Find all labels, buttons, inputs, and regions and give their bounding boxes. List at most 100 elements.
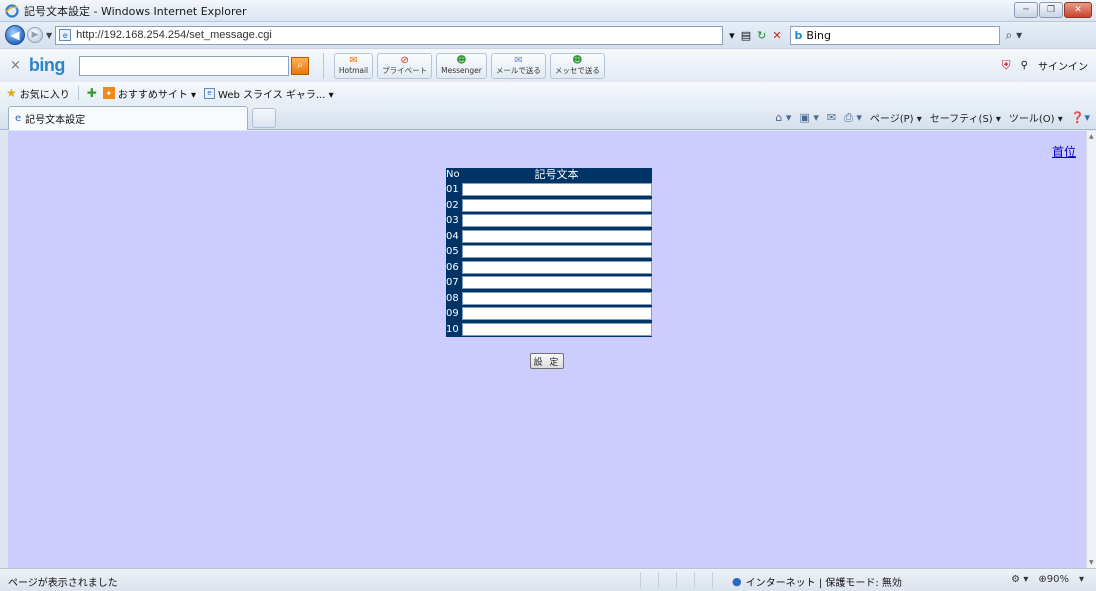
message-cell xyxy=(461,228,652,244)
add-to-favorites-icon[interactable]: ✚ xyxy=(87,86,97,100)
page-menu[interactable]: ページ(P) ▾ xyxy=(870,110,922,125)
webslice-gallery-link[interactable]: Web スライス ギャラ... ▾ xyxy=(218,86,334,101)
header-text: 記号文本 xyxy=(461,168,652,182)
feeds-icon[interactable]: ▣ ▾ xyxy=(799,111,818,124)
search-box[interactable]: b Bing xyxy=(789,25,1000,45)
table-row: 09 xyxy=(446,306,652,322)
zoom-control[interactable]: ⊕90% xyxy=(1038,574,1069,585)
stop-icon[interactable]: ✕ xyxy=(772,29,781,42)
vertical-scrollbar[interactable]: ▲ ▼ xyxy=(1086,131,1096,568)
row-number: 01 xyxy=(446,182,461,198)
bing-logo: bing xyxy=(28,55,66,75)
zoom-icon: ⊕ xyxy=(1038,574,1047,585)
message-table: No 記号文本 01 02 03 04 05 06 07 08 09 10 xyxy=(446,168,652,337)
tools-menu[interactable]: ツール(O) ▾ xyxy=(1009,110,1063,125)
signin-icon[interactable]: ⚲ xyxy=(1021,60,1028,71)
address-dropdown-icon[interactable]: ▾ xyxy=(729,29,735,42)
tab-active[interactable]: e 記号文本設定 xyxy=(8,106,248,130)
close-toolbar-icon[interactable]: × xyxy=(10,58,21,73)
message-cell xyxy=(461,213,652,229)
message-text-input[interactable] xyxy=(462,291,652,305)
message-cell xyxy=(461,275,652,291)
messenger-icon: ☻ xyxy=(456,54,467,66)
tab-page-icon: e xyxy=(15,113,22,124)
status-bar: ページが表示されました ● インターネット | 保護モード: 無効 ⚙ ▾ ⊕9… xyxy=(0,568,1096,591)
top-link[interactable]: 首位 xyxy=(1052,143,1076,160)
address-url[interactable]: http://192.168.254.254/set_message.cgi xyxy=(76,29,272,41)
row-number: 05 xyxy=(446,244,461,260)
send-mail-button[interactable]: ✉ メールで送る xyxy=(490,52,546,79)
message-text-input[interactable] xyxy=(462,322,652,336)
message-cell xyxy=(461,306,652,322)
close-button[interactable]: ✕ xyxy=(1064,2,1092,18)
hotmail-icon: ✉ xyxy=(349,54,358,66)
hotmail-label: Hotmail xyxy=(338,65,369,75)
message-text-input[interactable] xyxy=(462,229,652,243)
suggested-sites-link[interactable]: おすすめサイト ▾ xyxy=(118,86,196,101)
private-button[interactable]: ⊘ プライベート xyxy=(377,52,433,79)
tab-bar: e 記号文本設定 ⌂ ▾ ▣ ▾ ✉ ⎙ ▾ ページ(P) ▾ セーフティ(S)… xyxy=(0,104,1096,130)
message-cell xyxy=(461,259,652,275)
message-text-input[interactable] xyxy=(462,245,652,259)
new-tab-button[interactable] xyxy=(252,108,276,128)
command-bar: ⌂ ▾ ▣ ▾ ✉ ⎙ ▾ ページ(P) ▾ セーフティ(S) ▾ ツール(O)… xyxy=(775,110,1090,126)
zoom-dropdown-icon[interactable]: ▾ xyxy=(1079,574,1084,585)
maximize-button[interactable]: ❐ xyxy=(1039,2,1063,18)
table-row: 01 xyxy=(446,182,652,198)
help-icon[interactable]: ❓▾ xyxy=(1071,111,1090,124)
favorites-button[interactable]: お気に入り xyxy=(20,86,70,101)
set-button[interactable]: 設 定 xyxy=(530,353,564,369)
home-icon[interactable]: ⌂ ▾ xyxy=(775,111,791,124)
address-bar-row: ◀ ▶ ▼ e http://192.168.254.254/set_messa… xyxy=(0,22,1096,48)
message-text-input[interactable] xyxy=(462,260,652,274)
history-dropdown-icon[interactable]: ▼ xyxy=(46,31,52,40)
window-title-bar: 記号文本設定 - Windows Internet Explorer ─ ❐ ✕ xyxy=(0,0,1096,22)
shield-icon[interactable]: ⛨ xyxy=(1002,58,1011,73)
message-cell xyxy=(461,197,652,213)
message-text-input[interactable] xyxy=(462,214,652,228)
message-text-input[interactable] xyxy=(462,276,652,290)
message-text-input[interactable] xyxy=(462,307,652,321)
print-icon[interactable]: ⎙ ▾ xyxy=(844,111,862,125)
row-number: 10 xyxy=(446,321,461,337)
suggested-sites-icon: ✦ xyxy=(102,87,115,99)
bing-search-button[interactable]: ⌕ xyxy=(290,56,309,75)
private-icon: ⊘ xyxy=(400,54,409,66)
page-icon: e xyxy=(59,29,72,41)
window-title: 記号文本設定 - Windows Internet Explorer xyxy=(24,4,247,18)
zone-text: インターネット | 保護モード: 無効 xyxy=(745,578,902,589)
zone-settings-icon[interactable]: ⚙ ▾ xyxy=(1011,574,1028,585)
safety-menu[interactable]: セーフティ(S) ▾ xyxy=(930,110,1001,125)
table-row: 03 xyxy=(446,213,652,229)
scroll-up-icon[interactable]: ▲ xyxy=(1089,133,1094,140)
row-number: 06 xyxy=(446,259,461,275)
message-text-input[interactable] xyxy=(462,198,652,212)
message-cell xyxy=(461,321,652,337)
forward-button[interactable]: ▶ xyxy=(27,27,43,43)
scroll-down-icon[interactable]: ▼ xyxy=(1089,559,1094,566)
send-mail-label: メールで送る xyxy=(495,65,541,75)
zoom-level: 90% xyxy=(1046,574,1069,585)
tab-title[interactable]: 記号文本設定 xyxy=(25,111,85,126)
back-button[interactable]: ◀ xyxy=(5,25,25,45)
send-messenger-button[interactable]: ☻ メッセで送る xyxy=(549,52,605,79)
signin-link[interactable]: サインイン xyxy=(1038,58,1088,73)
table-row: 10 xyxy=(446,321,652,337)
row-number: 08 xyxy=(446,290,461,306)
hotmail-button[interactable]: ✉ Hotmail xyxy=(333,52,374,79)
search-icon[interactable]: ⌕ ▾ xyxy=(1006,28,1023,43)
compatibility-icon[interactable]: ▤ xyxy=(741,29,751,42)
read-mail-icon[interactable]: ✉ xyxy=(827,111,836,124)
status-message: ページが表示されました xyxy=(8,578,118,589)
ie-logo-icon xyxy=(5,3,19,18)
refresh-icon[interactable]: ↻ xyxy=(757,29,766,42)
favorites-star-icon[interactable]: ★ xyxy=(6,86,17,100)
search-box-text[interactable]: Bing xyxy=(806,29,831,42)
address-field[interactable]: e http://192.168.254.254/set_message.cgi xyxy=(55,25,724,45)
minimize-button[interactable]: ─ xyxy=(1014,2,1038,18)
message-text-input[interactable] xyxy=(462,183,652,197)
security-zone[interactable]: ● インターネット | 保護モード: 無効 xyxy=(732,574,902,589)
messenger-button[interactable]: ☻ Messenger xyxy=(436,52,487,79)
bing-search-input[interactable] xyxy=(78,55,289,76)
message-cell xyxy=(461,244,652,260)
